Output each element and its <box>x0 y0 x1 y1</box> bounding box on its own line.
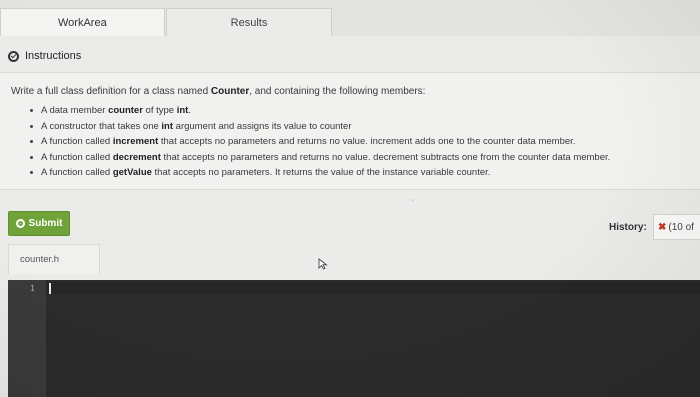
instructions-panel: Write a full class definition for a clas… <box>0 72 700 203</box>
list-item: A function called decrement that accepts… <box>30 150 610 166</box>
history-label: History: <box>609 222 647 233</box>
line-gutter: 1 <box>8 280 46 397</box>
bullet-keyword: int <box>161 120 174 132</box>
bullet-text: A data member <box>41 105 109 116</box>
bullet-text: A function called <box>41 167 113 178</box>
active-line-highlight <box>8 282 700 294</box>
bullet-text: A function called <box>41 136 113 147</box>
submit-label: Submit <box>28 218 63 229</box>
file-tab-counter-h[interactable]: counter.h <box>8 244 100 274</box>
tab-workarea[interactable]: WorkArea <box>0 8 165 36</box>
code-editor[interactable]: 1 <box>8 280 700 397</box>
list-item: A function called increment that accepts… <box>30 134 610 150</box>
check-circle-icon <box>8 50 19 62</box>
submit-button[interactable]: Submit <box>8 211 70 236</box>
bullet-keyword: getValue <box>112 167 152 178</box>
class-name: Counter <box>210 86 250 97</box>
bullet-text: A constructor that takes one <box>41 120 162 132</box>
history-value: (10 of <box>668 221 694 233</box>
instructions-toggle[interactable]: Instructions <box>8 46 81 66</box>
bullet-text: that accepts no parameters and returns n… <box>158 136 576 147</box>
file-name: counter.h <box>20 254 60 265</box>
history-dropdown[interactable]: ✖ (10 of <box>653 214 700 240</box>
bullet-keyword: increment <box>112 136 159 147</box>
text-cursor <box>49 283 51 294</box>
bullet-text: A function called <box>41 151 113 163</box>
tab-bar: WorkArea Results <box>0 0 700 36</box>
bullet-text: argument and assigns its value to counte… <box>173 120 352 132</box>
intro-text: Write a full class definition for a clas… <box>11 86 211 97</box>
bullet-text: . <box>188 105 191 116</box>
list-item: A data member counter of type int. <box>30 103 610 119</box>
bullet-text: that accepts no parameters and returns n… <box>160 151 611 163</box>
bullet-keyword: decrement <box>112 151 161 163</box>
bullet-text: of type <box>142 105 177 116</box>
scroll-down-icon[interactable]: ⌄ <box>410 195 416 203</box>
intro-text-end: , and containing the following members: <box>249 86 426 97</box>
instructions-intro: Write a full class definition for a clas… <box>11 86 425 97</box>
list-item: A constructor that takes one int argumen… <box>30 119 610 135</box>
instructions-title: Instructions <box>25 50 82 62</box>
members-list: A data member counter of type int. A con… <box>30 103 610 181</box>
line-number: 1 <box>30 284 35 293</box>
tab-workarea-label: WorkArea <box>58 16 107 29</box>
mouse-pointer-icon <box>318 258 328 270</box>
error-x-icon: ✖ <box>658 221 667 233</box>
bullet-keyword: int <box>176 105 189 116</box>
gear-icon <box>15 219 25 228</box>
list-item: A function called getValue that accepts … <box>30 165 610 181</box>
bullet-text: that accepts no parameters. It returns t… <box>151 167 491 178</box>
tab-results[interactable]: Results <box>166 8 332 36</box>
tab-results-label: Results <box>230 16 268 29</box>
bullet-keyword: counter <box>108 105 143 116</box>
